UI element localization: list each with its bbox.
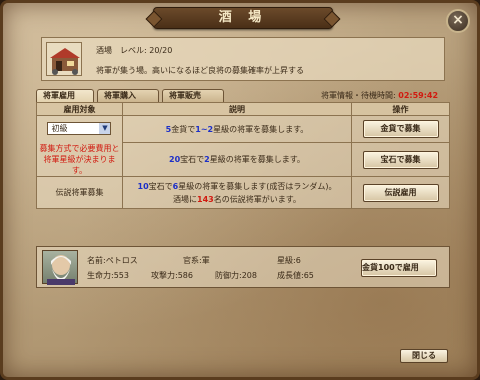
recruit-mode-select[interactable]: 初級 ▼ (47, 122, 112, 135)
header-target: 雇用対象 (36, 102, 123, 116)
header-description: 説明 (121, 102, 353, 116)
row-gold-action: 金貨で募集 (351, 115, 450, 143)
wait-timer: 将軍情報・待機時間: 02:59:42 (321, 90, 438, 101)
gem-suffix: 星級の将軍を募集します。 (209, 155, 305, 164)
building-info-panel: 酒場 レベル: 20/20 将軍が集う場。高いになるほど良将の募集確率が上昇する (41, 37, 445, 81)
close-icon[interactable]: × (446, 9, 470, 33)
recruit-note: 募集方式で必要費用と将軍星級が決まります。 (39, 144, 120, 175)
legend-label: 伝説将軍募集 (36, 176, 123, 209)
building-description: 将軍が集う場。高いになるほど良将の募集確率が上昇する (96, 66, 304, 75)
general-defense: 防御力:208 (215, 271, 257, 280)
row-gem-description: 20宝石で2星級の将軍を募集します。 (121, 142, 353, 177)
tab-buy[interactable]: 将軍購入 (97, 89, 159, 102)
general-stars: 星級:6 (277, 256, 301, 265)
tavern-window: 酒 場 × 酒場 レベル: 20/20 将軍が集う場。高いになるほど良将の募集確… (0, 0, 480, 380)
tab-recruit[interactable]: 将軍雇用 (36, 89, 94, 102)
gold-text: 金貨で (171, 124, 196, 134)
chevron-down-icon: ▼ (99, 123, 111, 134)
general-growth: 成長値:65 (277, 271, 314, 280)
row-legend-action: 伝説雇用 (351, 176, 450, 209)
recruit-gem-button[interactable]: 宝石で募集 (362, 150, 439, 169)
header-action: 操作 (351, 102, 450, 116)
legend-suffix: 星級の将軍を募集します(成否はランダム)。 (178, 181, 337, 191)
gold-suffix: 星級の将軍を募集します。 (213, 124, 309, 134)
legend-text: 宝石で (148, 181, 173, 191)
row-gold-description: 5金貨で1~2星級の将軍を募集します。 (121, 115, 353, 143)
gold-star: 1~2 (195, 124, 214, 134)
recruit-mode-cell: 初級 ▼ 募集方式で必要費用と将軍星級が決まります。 (36, 115, 123, 177)
recruit-legend-button[interactable]: 伝説雇用 (362, 183, 439, 202)
timer-value: 02:59:42 (398, 91, 439, 100)
row-legend-description: 10宝石で6星級の将軍を募集します(成否はランダム)。 酒場に143名の伝説将軍… (121, 176, 353, 209)
general-hp: 生命力:553 (87, 271, 129, 280)
avatar (42, 250, 78, 285)
timer-label: 将軍情報・待機時間: (321, 91, 396, 100)
general-name: 名前:ペトロス (87, 256, 138, 265)
recruit-gold-button[interactable]: 金貨で募集 (362, 120, 439, 138)
gem-text: 宝石で (180, 155, 205, 164)
general-candidate: 名前:ペトロス 官系:軍 星級:6 生命力:553 攻撃力:586 防御力:20… (36, 246, 450, 288)
legend-count-prefix: 酒場に (173, 194, 198, 204)
legend-cost: 10 (137, 181, 149, 191)
window-title: 酒 場 (153, 7, 333, 29)
hire-general-button[interactable]: 金貨100で雇用 (361, 259, 437, 277)
tab-sell[interactable]: 将軍販売 (162, 89, 224, 102)
legend-count-suffix: 名の伝説将軍がいます。 (213, 194, 301, 204)
general-attack: 攻撃力:586 (151, 271, 193, 280)
close-button[interactable]: 閉じる (400, 349, 448, 363)
tavern-icon (46, 42, 82, 76)
legend-line-1: 10宝石で6星級の将軍を募集します(成否はランダム)。 (123, 180, 351, 193)
building-name-level: 酒場 レベル: 20/20 (96, 46, 173, 55)
legend-count: 143 (197, 194, 214, 204)
recruit-table: 雇用対象 説明 操作 初級 ▼ 募集方式で必要費用と将軍星級が決まります。 5金… (36, 102, 450, 209)
row-gem-action: 宝石で募集 (351, 142, 450, 177)
select-value: 初級 (51, 124, 68, 133)
gem-cost: 20 (169, 155, 181, 164)
general-office: 官系:軍 (183, 256, 210, 265)
legend-line-2: 酒場に143名の伝説将軍がいます。 (123, 193, 351, 206)
